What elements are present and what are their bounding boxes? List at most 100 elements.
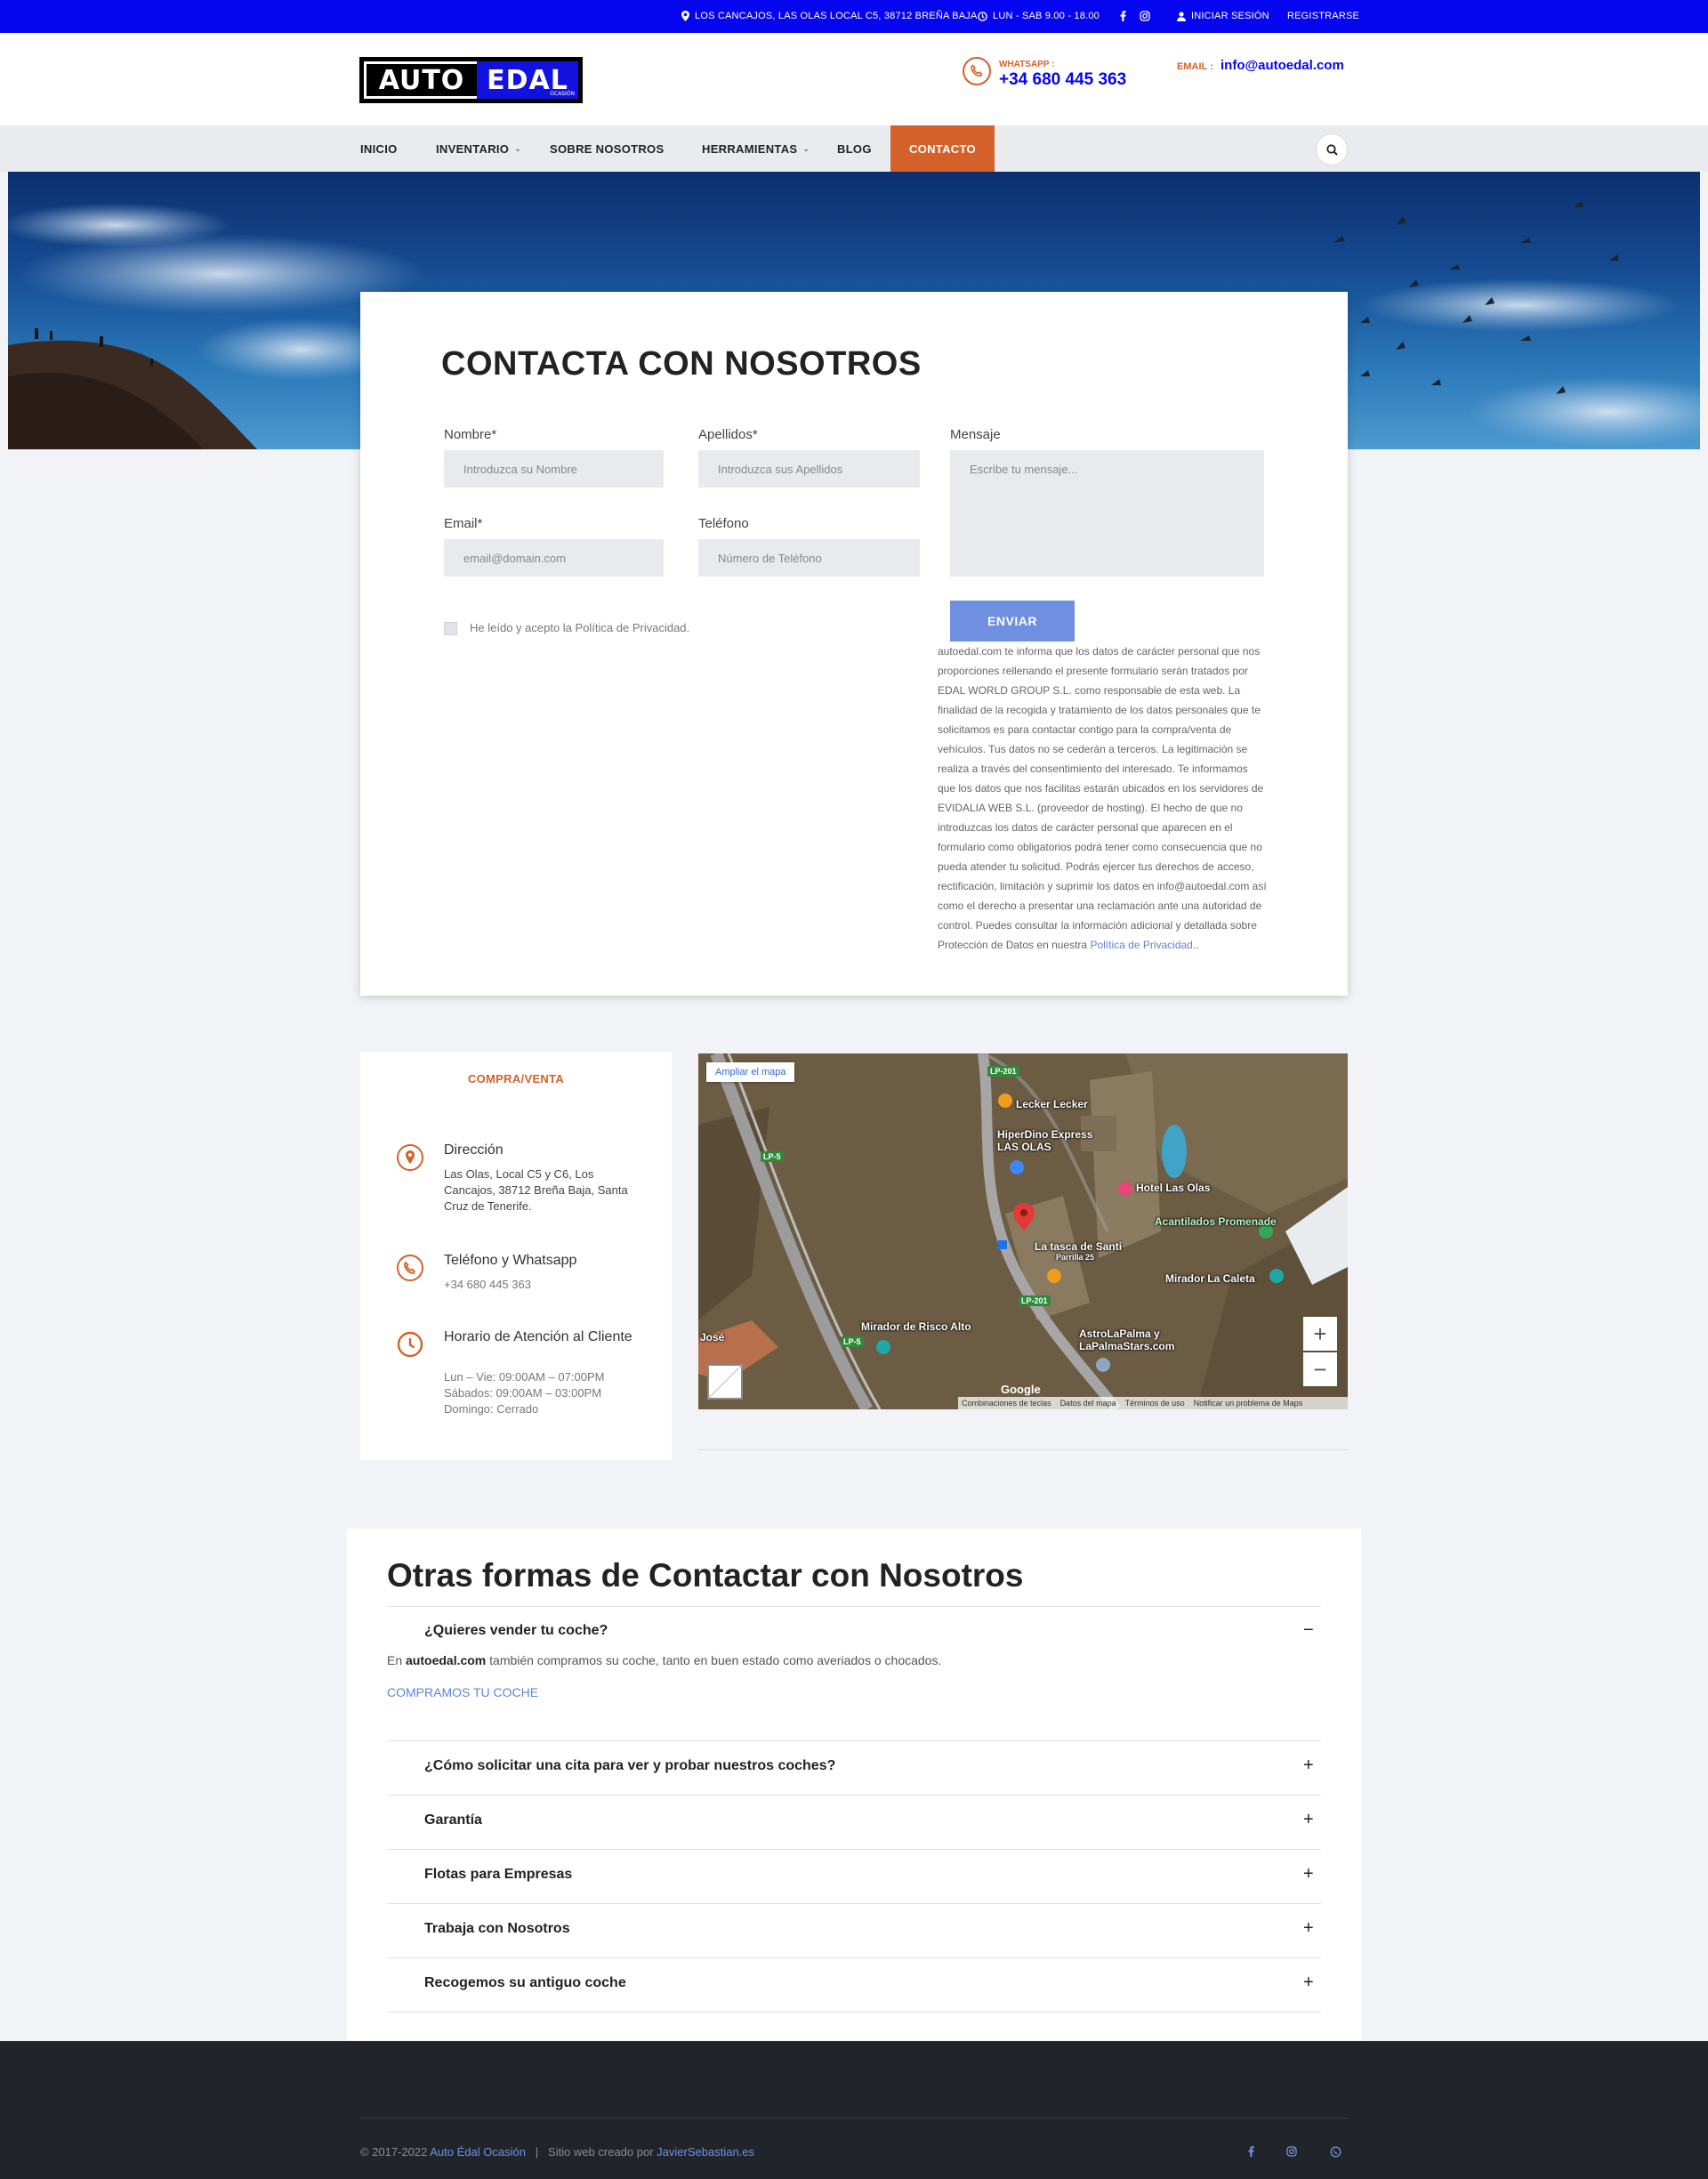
- site-footer: © 2017-2022 Auto Édal Ocasión | Sitio we…: [0, 2041, 1708, 2179]
- facebook-icon[interactable]: [1244, 2144, 1258, 2159]
- send-button[interactable]: ENVIAR: [950, 601, 1075, 642]
- map-place-label: Mirador de Risco Alto: [861, 1320, 971, 1333]
- chevron-down-icon: ⌄: [802, 143, 810, 153]
- privacy-policy-link[interactable]: Política de Privacidad: [1090, 939, 1192, 951]
- zoom-out-button[interactable]: −: [1303, 1352, 1337, 1386]
- mensaje-label: Mensaje: [950, 427, 1001, 442]
- divider: [698, 1449, 1348, 1450]
- divider: [387, 1903, 1321, 1904]
- expand-icon[interactable]: +: [1303, 1865, 1314, 1883]
- email-label: Email*: [444, 516, 483, 531]
- divider: [387, 1606, 1321, 1607]
- email-link[interactable]: info@autoedal.com: [1221, 58, 1344, 73]
- nav-item-blog[interactable]: BLOG: [837, 125, 872, 172]
- whatsapp-icon[interactable]: [1328, 2144, 1342, 2159]
- map-data-link[interactable]: Datos del mapa: [1060, 1399, 1116, 1408]
- road-label: LP-5: [761, 1151, 784, 1162]
- phone-icon: [963, 57, 991, 85]
- instagram-icon[interactable]: [1285, 2144, 1299, 2159]
- google-map[interactable]: LP-201 LP-5 LP-201 LP-5 Lecker Lecker Hi…: [698, 1053, 1348, 1409]
- divider: [387, 1957, 1321, 1958]
- topbar-hours: LUN - SAB 9.00 - 18.00: [978, 11, 1100, 21]
- compramos-tu-coche-link[interactable]: COMPRAMOS TU COCHE: [387, 1685, 538, 1699]
- apellidos-input[interactable]: Introduzca sus Apellidos: [698, 450, 920, 488]
- map-shortcuts-link[interactable]: Combinaciones de teclas: [962, 1399, 1051, 1408]
- email-label: EMAIL :: [1177, 61, 1213, 72]
- map-report-link[interactable]: Notificar un problema de Maps: [1194, 1399, 1303, 1408]
- map-place-label: Lecker Lecker: [1016, 1098, 1088, 1110]
- expand-icon[interactable]: +: [1303, 1811, 1314, 1828]
- register-link[interactable]: REGISTRARSE: [1287, 11, 1359, 21]
- map-place-label: Parrilla 25: [1056, 1253, 1095, 1262]
- nombre-input[interactable]: Introduzca su Nombre: [444, 450, 664, 488]
- road-label: LP-5: [841, 1336, 864, 1347]
- logo-text-auto: AUTO: [364, 61, 477, 99]
- hours-sunday: Domingo: Cerrado: [444, 1402, 539, 1416]
- phone-text[interactable]: +34 680 445 363: [444, 1277, 640, 1293]
- mensaje-textarea[interactable]: Escribe tu mensaje...: [950, 450, 1264, 577]
- privacy-checkbox[interactable]: [444, 622, 457, 635]
- zoom-in-button[interactable]: +: [1303, 1317, 1337, 1351]
- site-logo[interactable]: AUTO EDAL OCASIÓN: [359, 57, 583, 103]
- faq-question-flotas[interactable]: Flotas para Empresas: [424, 1867, 572, 1883]
- enlarge-map-link[interactable]: Ampliar el mapa: [706, 1062, 795, 1082]
- divider: [387, 1795, 1321, 1796]
- footer-credit-link[interactable]: JavierSebastian.es: [657, 2145, 754, 2159]
- chevron-down-icon: ⌄: [514, 143, 522, 153]
- whatsapp-label: WHATSAPP :: [999, 60, 1055, 69]
- expand-icon[interactable]: +: [1303, 1756, 1314, 1774]
- map-place-label: Mirador La Caleta: [1165, 1272, 1255, 1285]
- expand-icon[interactable]: +: [1303, 1973, 1314, 1991]
- faq-section: Otras formas de Contactar con Nosotros ¿…: [347, 1529, 1361, 2040]
- telefono-input[interactable]: Número de Teléfono: [698, 539, 920, 577]
- collapse-icon[interactable]: −: [1303, 1621, 1314, 1639]
- nav-item-contacto[interactable]: CONTACTO: [890, 125, 995, 172]
- privacy-checkbox-label[interactable]: He leído y acepto la Política de Privaci…: [470, 621, 689, 634]
- map-place-label: José: [700, 1331, 725, 1344]
- footer-brand-link[interactable]: Auto Édal Ocasión: [430, 2145, 526, 2159]
- divider: [387, 2012, 1321, 2013]
- map-place-label: Acantilados Promenade: [1155, 1215, 1277, 1228]
- user-icon: [1177, 11, 1186, 21]
- email-input[interactable]: email@domain.com: [444, 539, 664, 577]
- clock-icon: [397, 1331, 423, 1358]
- road-label: LP-201: [987, 1066, 1019, 1077]
- faq-question-trabaja[interactable]: Trabaja con Nosotros: [424, 1921, 570, 1937]
- faq-question-recogemos[interactable]: Recogemos su antiguo coche: [424, 1975, 626, 1991]
- location-pin-icon: [397, 1144, 423, 1171]
- search-icon: [1325, 143, 1338, 156]
- contact-form-card: CONTACTA CON NOSOTROS Nombre* Introduzca…: [360, 292, 1348, 996]
- top-bar: LOS CANCAJOS, LAS OLAS LOCAL C5, 38712 B…: [0, 0, 1708, 33]
- map-place-label: AstroLaPalma y LaPalmaStars.com: [1079, 1328, 1175, 1352]
- google-logo: Google: [1001, 1383, 1041, 1396]
- info-title: COMPRA/VENTA: [467, 1072, 565, 1085]
- nav-item-sobre-nosotros[interactable]: SOBRE NOSOTROS: [550, 125, 664, 172]
- expand-icon[interactable]: +: [1303, 1919, 1314, 1937]
- whatsapp-phone[interactable]: +34 680 445 363: [999, 70, 1126, 90]
- map-terms-link[interactable]: Términos de uso: [1125, 1399, 1185, 1408]
- map-footer: Combinaciones de teclas Datos del mapa T…: [958, 1397, 1348, 1409]
- instagram-icon[interactable]: [1140, 11, 1150, 21]
- contact-info-card: COMPRA/VENTA Dirección Las Olas, Local C…: [360, 1053, 672, 1460]
- topbar-address: LOS CANCAJOS, LAS OLAS LOCAL C5, 38712 B…: [681, 11, 978, 21]
- phone-icon: [397, 1255, 423, 1281]
- facebook-icon[interactable]: [1120, 11, 1126, 21]
- clock-icon: [978, 11, 987, 21]
- map-place-label: La tasca de Santi: [1035, 1240, 1123, 1253]
- address-text: Las Olas, Local C5 y C6, Los Cancajos, 3…: [444, 1167, 628, 1213]
- nav-item-inicio[interactable]: INICIO: [360, 125, 398, 172]
- logo-text-edal: EDAL OCASIÓN: [477, 61, 578, 99]
- login-link[interactable]: INICIAR SESIÓN: [1177, 11, 1269, 21]
- faq-answer-vender: En autoedal.com también compramos su coc…: [387, 1653, 942, 1667]
- map-place-label: HiperDino Express LAS OLAS: [997, 1128, 1093, 1153]
- address-heading: Dirección: [444, 1142, 504, 1158]
- nombre-label: Nombre*: [444, 427, 497, 442]
- location-pin-icon: [681, 11, 689, 21]
- hours-weekdays: Lun – Vie: 09:00AM – 07:00PM: [444, 1370, 605, 1384]
- faq-question-vender[interactable]: ¿Quieres vender tu coche?: [424, 1623, 608, 1639]
- faq-question-cita[interactable]: ¿Cómo solicitar una cita para ver y prob…: [424, 1758, 835, 1774]
- nav-item-herramientas[interactable]: HERRAMIENTAS ⌄: [702, 125, 810, 172]
- search-button[interactable]: [1316, 133, 1348, 165]
- nav-item-inventario[interactable]: INVENTARIO ⌄: [436, 125, 521, 172]
- faq-question-garantia[interactable]: Garantía: [424, 1812, 482, 1828]
